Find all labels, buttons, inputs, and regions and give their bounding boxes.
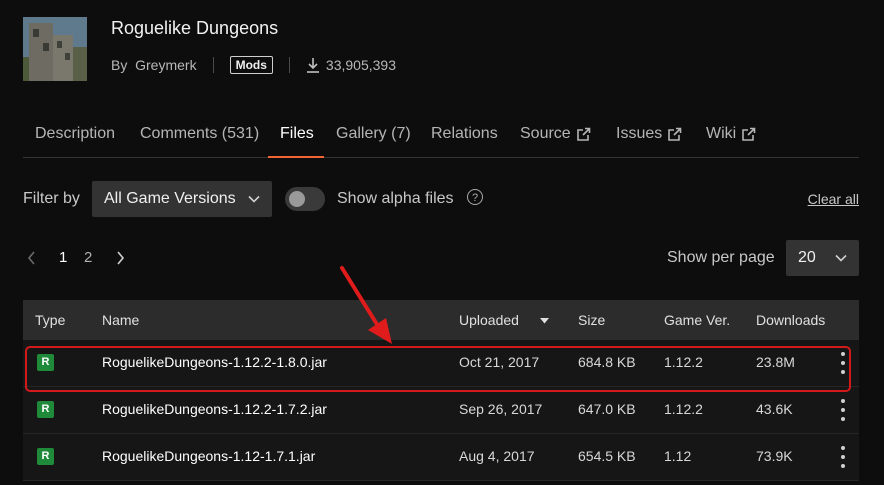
alpha-files-toggle[interactable] <box>285 187 325 211</box>
table-row[interactable]: R RoguelikeDungeons-1.12.2-1.8.0.jar Oct… <box>23 340 859 387</box>
file-name-link[interactable]: RoguelikeDungeons-1.12-1.7.1.jar <box>102 448 315 464</box>
column-game-ver[interactable]: Game Ver. <box>664 312 730 328</box>
tab-description[interactable]: Description <box>35 125 115 143</box>
per-page-value: 20 <box>798 249 816 266</box>
tab-comments[interactable]: Comments (531) <box>140 125 259 143</box>
external-link-icon <box>668 127 682 141</box>
tab-gallery[interactable]: Gallery (7) <box>336 125 411 143</box>
file-name-link[interactable]: RoguelikeDungeons-1.12.2-1.8.0.jar <box>102 354 327 370</box>
more-options-icon[interactable] <box>841 446 845 468</box>
filter-bar: Filter by All Game Versions Show alpha f… <box>23 181 859 217</box>
column-type: Type <box>35 312 66 328</box>
column-uploaded[interactable]: Uploaded <box>459 312 519 328</box>
divider <box>212 57 214 73</box>
chevron-down-icon <box>248 195 260 203</box>
project-meta: By Greymerk Mods 33,905,393 <box>111 56 396 74</box>
column-name[interactable]: Name <box>102 312 139 328</box>
release-badge: R <box>37 448 54 465</box>
active-tab-indicator <box>268 156 324 158</box>
tab-source[interactable]: Source <box>520 125 591 143</box>
file-uploaded: Sep 26, 2017 <box>459 401 543 417</box>
category-badge[interactable]: Mods <box>229 56 273 74</box>
download-count-value: 33,905,393 <box>325 57 396 73</box>
per-page-select[interactable]: 20 <box>786 240 859 276</box>
pagination-bar: 1 2 Show per page 20 <box>23 240 859 276</box>
project-title: Roguelike Dungeons <box>111 18 279 38</box>
page-2-link[interactable]: 2 <box>84 249 92 266</box>
tab-wiki[interactable]: Wiki <box>706 125 756 143</box>
file-downloads: 43.6K <box>756 401 793 417</box>
sort-desc-icon[interactable] <box>540 318 549 324</box>
file-size: 654.5 KB <box>578 448 636 464</box>
files-table: Type Name Uploaded Size Game Ver. Downlo… <box>23 300 859 481</box>
author-prefix: By <box>111 57 128 73</box>
file-game-version: 1.12.2 <box>664 401 703 417</box>
file-size: 684.8 KB <box>578 354 636 370</box>
table-header: Type Name Uploaded Size Game Ver. Downlo… <box>23 300 859 340</box>
file-game-version: 1.12.2 <box>664 354 703 370</box>
file-size: 647.0 KB <box>578 401 636 417</box>
external-link-icon <box>742 127 756 141</box>
project-tabs: Description Comments (531) Files Gallery… <box>23 110 859 158</box>
chevron-left-icon[interactable] <box>27 251 36 265</box>
help-icon[interactable]: ? <box>467 189 483 205</box>
tab-relations[interactable]: Relations <box>431 125 498 143</box>
release-badge: R <box>37 354 54 371</box>
game-version-select[interactable]: All Game Versions <box>92 181 272 217</box>
clear-all-link[interactable]: Clear all <box>808 191 859 207</box>
download-count: 33,905,393 <box>306 57 396 73</box>
file-game-version: 1.12 <box>664 448 692 464</box>
mod-thumbnail-icon[interactable] <box>23 17 87 81</box>
toggle-knob <box>289 191 305 207</box>
page-1-link[interactable]: 1 <box>59 249 67 266</box>
file-uploaded: Oct 21, 2017 <box>459 354 540 370</box>
download-icon <box>306 58 319 73</box>
project-header: Roguelike Dungeons By Greymerk Mods 33,9… <box>23 17 863 81</box>
column-size[interactable]: Size <box>578 312 605 328</box>
more-options-icon[interactable] <box>841 352 845 374</box>
game-version-value: All Game Versions <box>104 190 236 207</box>
file-downloads: 23.8M <box>756 354 795 370</box>
column-downloads[interactable]: Downloads <box>756 312 825 328</box>
chevron-down-icon <box>835 254 847 262</box>
tab-files[interactable]: Files <box>280 125 314 143</box>
alpha-files-label: Show alpha files <box>337 190 454 207</box>
author-link[interactable]: Greymerk <box>135 57 196 73</box>
file-uploaded: Aug 4, 2017 <box>459 448 535 464</box>
tab-issues[interactable]: Issues <box>616 125 682 143</box>
external-link-icon <box>576 127 591 141</box>
table-row[interactable]: R RoguelikeDungeons-1.12.2-1.7.2.jar Sep… <box>23 387 859 434</box>
chevron-right-icon[interactable] <box>116 251 125 265</box>
table-row[interactable]: R RoguelikeDungeons-1.12-1.7.1.jar Aug 4… <box>23 434 859 481</box>
more-options-icon[interactable] <box>841 399 845 421</box>
release-badge: R <box>37 401 54 418</box>
divider <box>288 57 290 73</box>
file-downloads: 73.9K <box>756 448 793 464</box>
file-name-link[interactable]: RoguelikeDungeons-1.12.2-1.7.2.jar <box>102 401 327 417</box>
per-page-label: Show per page <box>667 249 775 266</box>
filter-label: Filter by <box>23 190 80 207</box>
